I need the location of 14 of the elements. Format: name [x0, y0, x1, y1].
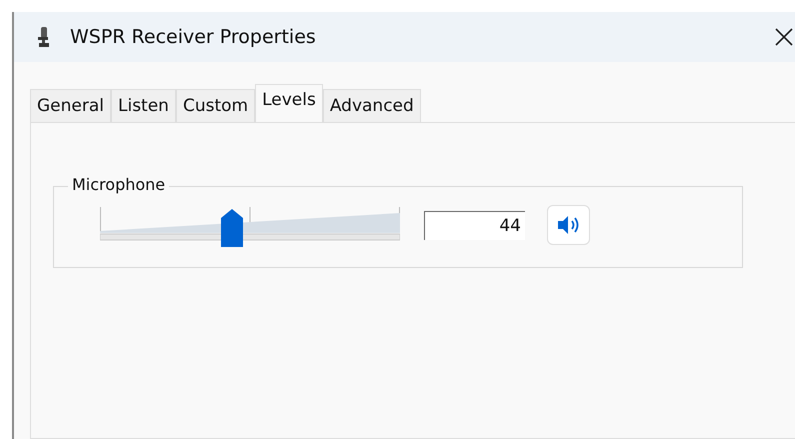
close-icon[interactable]: [774, 27, 794, 47]
volume-slider[interactable]: [100, 205, 400, 245]
level-field[interactable]: 44: [424, 210, 525, 240]
mute-button[interactable]: [547, 205, 590, 245]
slider-thumb[interactable]: [221, 209, 243, 247]
tab[interactable]: General: [30, 89, 111, 122]
group-title: Microphone: [68, 175, 170, 194]
window-title: WSPR Receiver Properties: [70, 26, 316, 48]
speaker-icon: [556, 214, 582, 236]
tab[interactable]: Advanced: [322, 89, 421, 122]
tab[interactable]: Custom: [176, 89, 256, 122]
tab[interactable]: Levels: [255, 84, 323, 122]
microphone-icon: [38, 27, 50, 47]
tab[interactable]: Listen: [111, 89, 176, 122]
